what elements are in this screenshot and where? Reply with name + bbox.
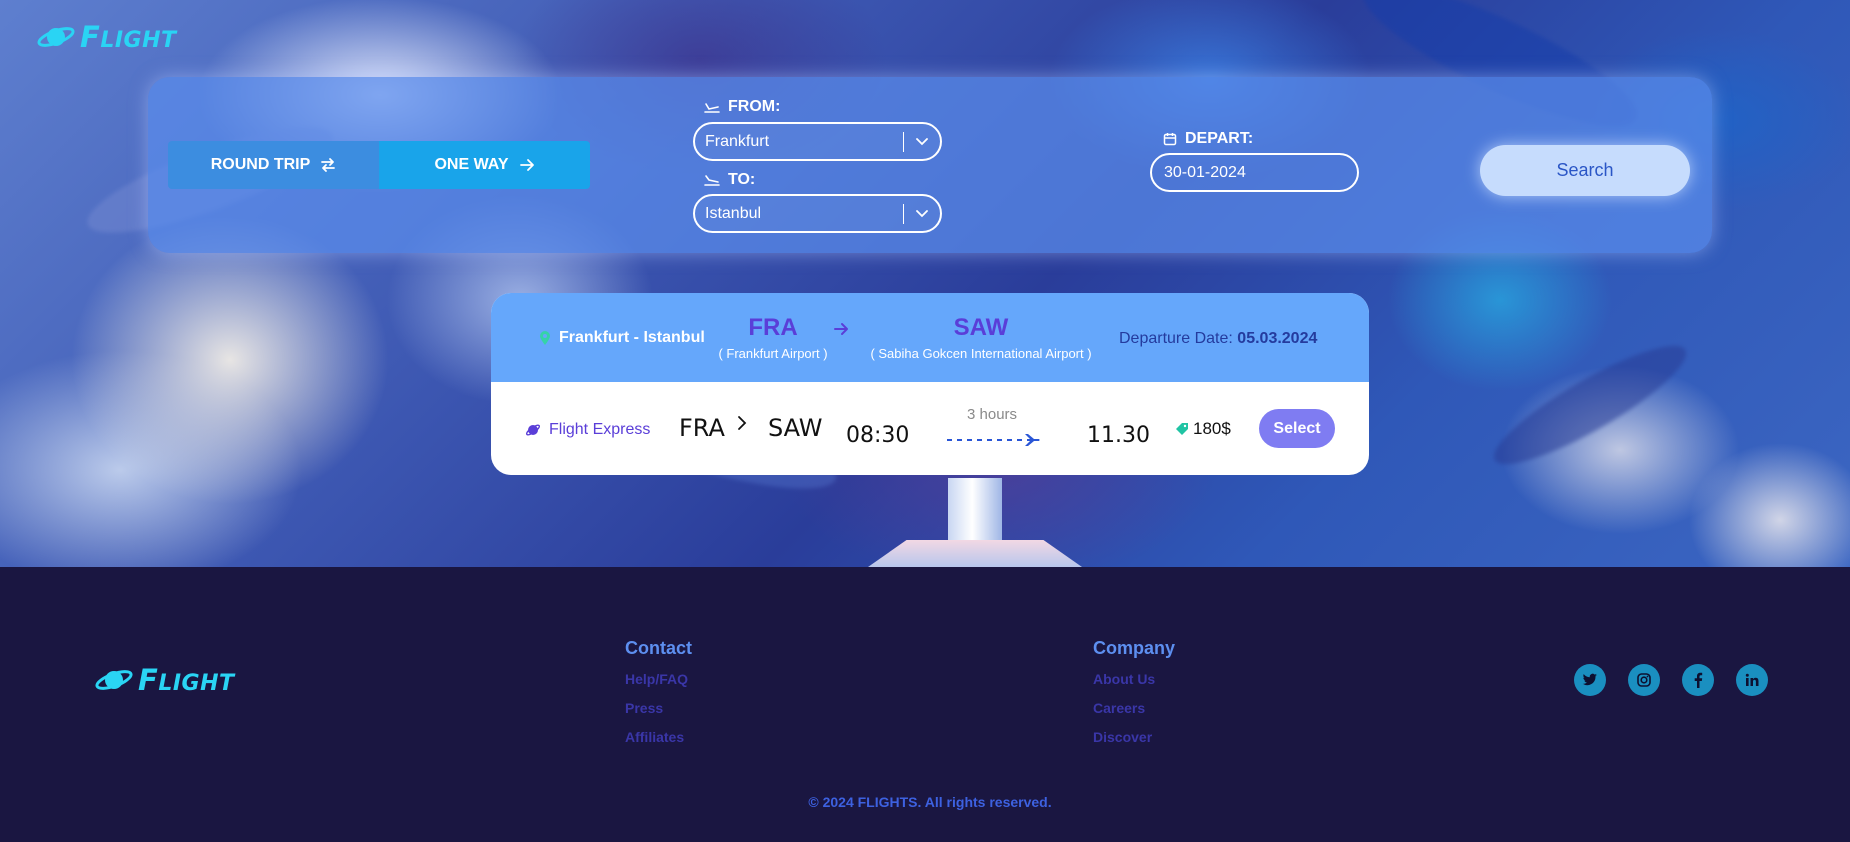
chevron-down-icon[interactable] (904, 137, 940, 146)
one-way-button[interactable]: ONE WAY (379, 141, 590, 189)
planet-icon (94, 666, 134, 694)
carrier: Flight Express (525, 421, 650, 439)
depart-time: 08:30 (846, 423, 910, 448)
flight-result-row: Flight Express FRA SAW 08:30 3 hours 11.… (491, 382, 1369, 475)
chevron-down-icon[interactable] (904, 209, 940, 218)
footer: FLIGHT Contact Help/FAQ Press Affiliates… (0, 567, 1850, 842)
to-code: SAW (768, 414, 823, 442)
departure-date: Departure Date: 05.03.2024 (1119, 330, 1317, 348)
price: 180$ (1175, 419, 1231, 439)
destination-code: SAW (953, 314, 1009, 341)
linkedin-icon[interactable] (1736, 664, 1768, 696)
round-trip-button[interactable]: ROUND TRIP (168, 141, 379, 189)
destination-airport: ( Sabiha Gokcen International Airport ) (870, 346, 1092, 361)
to-select[interactable]: Istanbul (693, 194, 942, 233)
from-select[interactable]: Frankfurt (693, 122, 942, 161)
logo-text: FLIGHT (138, 663, 235, 697)
footer-link-discover[interactable]: Discover (1093, 729, 1175, 745)
footer-link-affiliates[interactable]: Affiliates (625, 729, 692, 745)
arrow-right-icon (834, 323, 848, 335)
depart-date-value: 30-01-2024 (1164, 163, 1246, 181)
select-flight-button[interactable]: Select (1259, 409, 1335, 448)
to-select-value: Istanbul (705, 204, 762, 222)
company-column: Company About Us Careers Discover (1093, 638, 1175, 758)
footer-link-help-faq[interactable]: Help/FAQ (625, 671, 692, 687)
search-panel: ROUND TRIP ONE WAY FROM: Frankfurt TO: I… (148, 77, 1712, 253)
arrow-right-icon (519, 159, 534, 171)
origin-code: FRA (748, 314, 798, 341)
price-value: 180$ (1193, 419, 1231, 438)
calendar-icon (1163, 133, 1177, 146)
facebook-icon[interactable] (1682, 664, 1714, 696)
plane-wing-image (868, 540, 1082, 567)
search-button[interactable]: Search (1480, 145, 1690, 196)
departure-date-value: 05.03.2024 (1237, 330, 1318, 347)
depart-date-input[interactable]: 30-01-2024 (1150, 153, 1359, 192)
flight-duration: 3 hours (967, 406, 1018, 423)
origin-block: FRA ( Frankfurt Airport ) (703, 314, 843, 361)
one-way-label: ONE WAY (434, 156, 509, 173)
company-heading: Company (1093, 638, 1176, 658)
depart-label: DEPART: (1163, 130, 1253, 148)
arrive-time: 11.30 (1087, 423, 1150, 448)
to-label-text: TO: (728, 171, 756, 188)
planet-icon (36, 23, 76, 51)
trip-type-toggle: ROUND TRIP ONE WAY (168, 141, 590, 189)
departure-date-label: Departure Date: (1119, 330, 1233, 347)
social-links (1574, 664, 1790, 696)
logo-text: FLIGHT (80, 20, 177, 54)
contact-column: Contact Help/FAQ Press Affiliates (625, 638, 692, 758)
depart-label-text: DEPART: (1185, 130, 1254, 147)
flight-path-icon (947, 434, 1040, 446)
footer-link-about-us[interactable]: About Us (1093, 671, 1175, 687)
plane-landing-icon (704, 175, 720, 186)
plane-takeoff-icon (704, 103, 720, 113)
origin-airport: ( Frankfurt Airport ) (718, 346, 828, 361)
planet-icon (525, 424, 541, 436)
carrier-name: Flight Express (549, 421, 651, 438)
twitter-icon[interactable] (1574, 664, 1606, 696)
from-code: FRA (679, 414, 725, 442)
footer-logo[interactable]: FLIGHT (94, 663, 235, 697)
route-title: Frankfurt - Istanbul (539, 329, 705, 347)
flight-result-card: Frankfurt - Istanbul FRA ( Frankfurt Air… (491, 293, 1369, 475)
copyright: © 2024 FLIGHTS. All rights reserved. (808, 794, 1052, 810)
footer-link-careers[interactable]: Careers (1093, 700, 1175, 716)
header-logo[interactable]: FLIGHT (36, 20, 177, 54)
instagram-icon[interactable] (1628, 664, 1660, 696)
contact-heading: Contact (625, 638, 692, 658)
price-tag-icon (1176, 423, 1188, 435)
route-name: Frankfurt - Istanbul (559, 329, 705, 346)
from-select-value: Frankfurt (705, 132, 770, 150)
flight-result-header: Frankfurt - Istanbul FRA ( Frankfurt Air… (491, 293, 1369, 382)
chevron-right-icon (738, 416, 747, 430)
footer-link-press[interactable]: Press (625, 700, 692, 716)
round-trip-label: ROUND TRIP (210, 156, 311, 173)
from-label: FROM: (704, 98, 780, 116)
destination-block: SAW ( Sabiha Gokcen International Airpor… (861, 314, 1101, 361)
from-label-text: FROM: (728, 98, 781, 115)
location-pin-icon (540, 331, 550, 345)
to-label: TO: (704, 171, 755, 189)
swap-arrows-icon (321, 158, 336, 172)
